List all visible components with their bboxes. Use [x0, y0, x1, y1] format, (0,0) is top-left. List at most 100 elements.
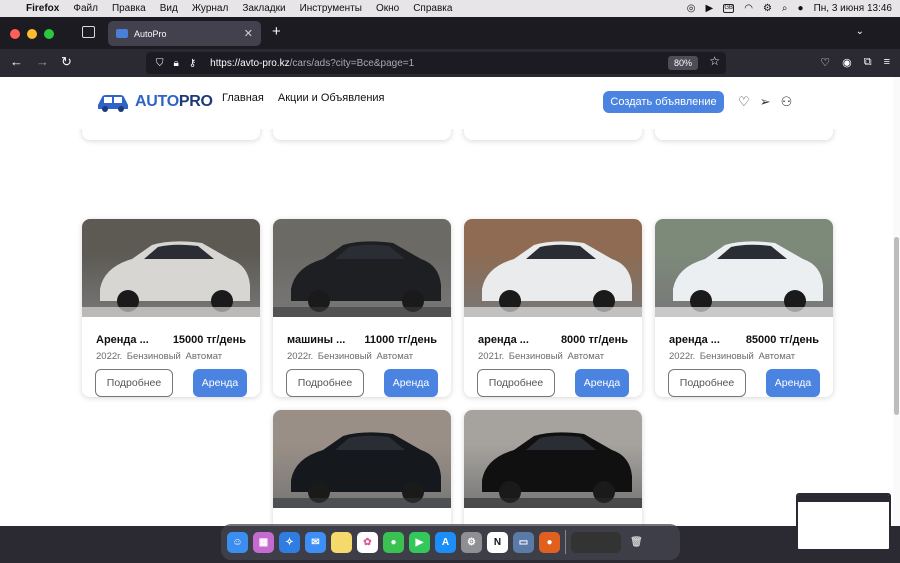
- nav-home[interactable]: Главная: [222, 92, 264, 104]
- back-icon[interactable]: ←: [10, 55, 23, 69]
- menu-edit[interactable]: Правка: [112, 3, 146, 14]
- launchpad-icon[interactable]: ▦: [253, 531, 274, 553]
- menu-file[interactable]: Файл: [73, 3, 98, 14]
- car-card[interactable]: Аренда ... 15000 тг/день 2022г. Бензиновый…: [82, 219, 260, 397]
- notion-icon[interactable]: N: [487, 531, 508, 553]
- menu-history[interactable]: Журнал: [192, 3, 229, 14]
- rent-button[interactable]: Аренда: [193, 369, 247, 397]
- send-icon[interactable]: ➢: [760, 94, 771, 110]
- menu-tools[interactable]: Инструменты: [300, 3, 362, 14]
- car-card[interactable]: Аренда ...30000 тг/деньПодробнееАренда: [464, 410, 642, 526]
- key-icon[interactable]: ⚷: [189, 58, 196, 69]
- firefox-icon[interactable]: ●: [539, 531, 560, 553]
- car-card[interactable]: Аренда ...8000 тг/деньПодробнееАренда: [273, 410, 451, 526]
- car-photo[interactable]: [464, 410, 642, 508]
- menu-bookmarks[interactable]: Закладки: [242, 3, 285, 14]
- logo-text-a: AUTO: [135, 93, 179, 110]
- wifi-icon[interactable]: ◠: [744, 3, 753, 14]
- car-listing-grid: Аренда ...7000 тг/день0г. Не указано Мех…: [0, 77, 893, 526]
- car-price: 11000 тг/день: [364, 334, 437, 346]
- car-photo[interactable]: [655, 219, 833, 317]
- car-photo[interactable]: [464, 219, 642, 317]
- reload-icon[interactable]: ↻: [61, 55, 72, 69]
- control-center-icon[interactable]: ⚙: [763, 3, 772, 14]
- nav-promotions[interactable]: Акции и Объявления: [278, 92, 385, 104]
- system-settings-icon[interactable]: ⚙: [461, 531, 482, 553]
- window-controls: [10, 29, 54, 39]
- app-store-icon[interactable]: A: [435, 531, 456, 553]
- menu-app-name[interactable]: Firefox: [26, 3, 59, 14]
- thumbnail-titlebar: [798, 495, 889, 502]
- car-title[interactable]: машины ...: [287, 334, 345, 346]
- menu-icon[interactable]: ≡: [884, 56, 890, 69]
- page-scrollbar[interactable]: [893, 77, 900, 526]
- car-card[interactable]: аренда ... 85000 тг/день 2022г. Бензиновый…: [655, 219, 833, 397]
- clock[interactable]: Пн, 3 июня 13:46: [814, 3, 892, 14]
- rent-button[interactable]: Аренда: [384, 369, 438, 397]
- preview-icon[interactable]: ▭: [513, 531, 534, 553]
- url-path: /cars/ads?city=Все&page=1: [289, 57, 415, 69]
- url-text[interactable]: https://avto-pro.kz/cars/ads?city=Все&pa…: [210, 58, 414, 69]
- heart-icon[interactable]: ♡: [738, 94, 750, 110]
- list-tabs-icon[interactable]: ⌄: [856, 26, 864, 37]
- notes-icon[interactable]: [331, 531, 352, 553]
- close-tab-icon[interactable]: ✕: [244, 27, 253, 40]
- details-button[interactable]: Подробнее: [286, 369, 364, 397]
- bookmark-star-icon[interactable]: ☆: [709, 54, 720, 68]
- create-listing-button[interactable]: Создать объявление: [603, 91, 724, 113]
- car-price: 8000 тг/день: [560, 334, 628, 346]
- url-host: https://avto-pro.kz: [210, 57, 290, 69]
- pocket-icon[interactable]: ♡: [820, 56, 830, 69]
- car-card[interactable]: машины ... 11000 тг/день 2022г. Бензиновый…: [273, 219, 451, 397]
- site-logo[interactable]: AUTOPRO: [96, 91, 213, 113]
- firefox-view-icon[interactable]: [82, 26, 95, 38]
- creative-cloud-icon[interactable]: ◎: [687, 3, 696, 14]
- siri-icon[interactable]: ●: [798, 3, 804, 14]
- car-meta: 2022г. Бензиновый Автомат: [96, 351, 223, 362]
- account-icon[interactable]: ◉: [842, 56, 852, 69]
- car-card[interactable]: аренда ... 8000 тг/день 2021г. Бензиновый …: [464, 219, 642, 397]
- menu-view[interactable]: Вид: [160, 3, 178, 14]
- forward-icon[interactable]: →: [36, 55, 49, 69]
- car-photo[interactable]: [273, 219, 451, 317]
- header-icons: ♡ ➢ ⚇: [738, 94, 792, 110]
- car-meta: 2021г. Бензиновый Автомат: [478, 351, 605, 362]
- car-title[interactable]: Аренда ...: [96, 334, 149, 346]
- menu-window[interactable]: Окно: [376, 3, 399, 14]
- car-title[interactable]: аренда ...: [669, 334, 720, 346]
- site-header: AUTOPRO Главная Акции и Объявления Созда…: [0, 77, 893, 129]
- screenshot-thumbnail[interactable]: [796, 493, 891, 551]
- rent-button[interactable]: Аренда: [575, 369, 629, 397]
- downloads-stack-icon[interactable]: [571, 531, 621, 553]
- zoom-level[interactable]: 80%: [667, 56, 698, 70]
- tab-autopro[interactable]: AutoPro ✕: [108, 21, 261, 46]
- trash-icon[interactable]: 🗑︎: [626, 532, 647, 553]
- details-button[interactable]: Подробнее: [668, 369, 746, 397]
- search-icon[interactable]: ⌕: [782, 3, 788, 14]
- mail-icon[interactable]: ✉: [305, 531, 326, 553]
- rent-button[interactable]: Аренда: [766, 369, 820, 397]
- menu-help[interactable]: Справка: [413, 3, 452, 14]
- car-photo[interactable]: [273, 410, 451, 508]
- shield-icon[interactable]: ⛉: [156, 58, 164, 69]
- safari-icon[interactable]: ✧: [279, 531, 300, 553]
- minimize-window-icon[interactable]: [27, 29, 37, 39]
- play-icon[interactable]: ▶: [706, 3, 714, 14]
- car-title[interactable]: аренда ...: [478, 334, 529, 346]
- extensions-icon[interactable]: ⧉: [864, 56, 872, 69]
- lock-icon[interactable]: 🔒︎: [174, 58, 179, 69]
- facetime-icon[interactable]: ▶: [409, 531, 430, 553]
- details-button[interactable]: Подробнее: [95, 369, 173, 397]
- scrollbar-thumb[interactable]: [894, 237, 899, 415]
- zoom-window-icon[interactable]: [44, 29, 54, 39]
- finder-icon[interactable]: ☺: [227, 531, 248, 553]
- messages-icon[interactable]: ●: [383, 531, 404, 553]
- details-button[interactable]: Подробнее: [477, 369, 555, 397]
- close-window-icon[interactable]: [10, 29, 20, 39]
- car-photo[interactable]: [82, 219, 260, 317]
- url-bar[interactable]: ⛉ 🔒︎ ⚷ https://avto-pro.kz/cars/ads?city…: [146, 52, 726, 74]
- user-icon[interactable]: ⚇: [781, 94, 793, 110]
- keyboard-layout-indicator[interactable]: GB: [723, 4, 735, 13]
- new-tab-icon[interactable]: +: [272, 23, 281, 40]
- photos-icon[interactable]: ✿: [357, 531, 378, 553]
